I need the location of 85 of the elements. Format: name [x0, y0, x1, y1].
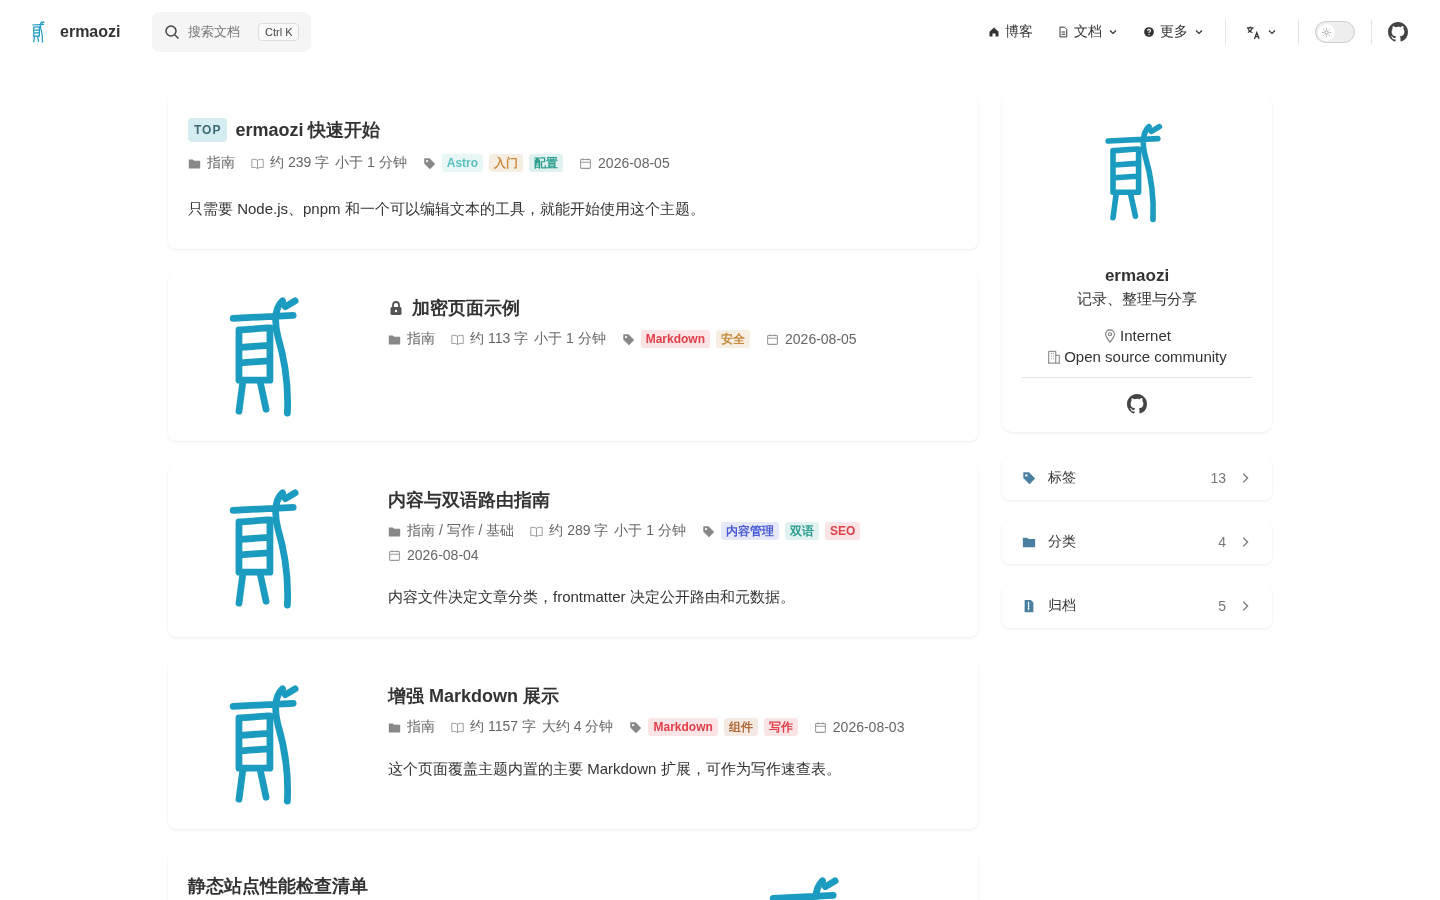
profile-organization: Open source community [1064, 348, 1227, 365]
theme-toggle[interactable] [1315, 21, 1355, 43]
post-tag[interactable]: 内容管理 [721, 522, 780, 540]
document-icon [1057, 26, 1069, 38]
top-badge: TOP [188, 118, 228, 142]
calendar-icon [388, 548, 401, 562]
book-icon [530, 524, 544, 538]
translate-icon [1246, 24, 1261, 40]
sidebar-link[interactable]: 分类 4 [1002, 520, 1272, 564]
post-category[interactable]: 指南 [407, 330, 435, 348]
post-tag[interactable]: 写作 [763, 718, 798, 736]
site-name: ermaozi [60, 23, 121, 41]
post-title[interactable]: 静态站点性能检查清单 [188, 876, 368, 896]
post-tag[interactable]: Markdown [640, 330, 711, 348]
reading-time: 大约 4 分钟 [541, 718, 614, 736]
stat-count: 13 [1210, 470, 1226, 486]
post-date: 2026-08-03 [832, 719, 905, 735]
folder-icon [388, 720, 401, 734]
post-tag[interactable]: SEO [825, 522, 861, 540]
calendar-icon [766, 332, 780, 346]
tag-icon [422, 156, 436, 170]
post-title[interactable]: 内容与双语路由指南 [388, 490, 550, 510]
book-icon [251, 156, 264, 170]
post-title[interactable]: 增强 Markdown 展示 [388, 686, 559, 706]
github-icon [1388, 22, 1408, 42]
nav-link[interactable]: 博客 [976, 16, 1045, 48]
post-title[interactable]: ermaozi 快速开始 [235, 120, 381, 140]
folder-icon [1022, 535, 1036, 549]
stat-count: 4 [1218, 534, 1226, 550]
reading-time: 小于 1 分钟 [614, 522, 687, 540]
stat-label: 分类 [1048, 533, 1076, 551]
post-category[interactable]: 指南 [207, 154, 235, 172]
post-excerpt: 内容文件决定文章分类，frontmatter 决定公开路由和元数据。 [388, 588, 796, 607]
word-count: 约 1157 字 [470, 718, 536, 736]
sidebar-link[interactable]: 归档 5 [1002, 584, 1272, 628]
post-date: 2026-08-05 [785, 331, 857, 347]
tag-icon [702, 524, 716, 538]
profile-bio: 记录、整理与分享 [1077, 290, 1197, 309]
tag-icon [629, 720, 643, 734]
post-tag[interactable]: Markdown [648, 718, 718, 736]
folder-icon [188, 156, 201, 170]
location-pin-icon [1103, 328, 1118, 343]
word-count: 约 239 字 [270, 154, 330, 172]
search-placeholder: 搜索文档 [188, 23, 242, 41]
home-link[interactable]: ermaozi [32, 20, 121, 44]
book-icon [451, 720, 464, 734]
post-category[interactable]: 指南 [407, 718, 435, 736]
tag-icon [1022, 471, 1036, 485]
sidebar-link[interactable]: 标签 13 [1002, 456, 1272, 500]
calendar-icon [579, 156, 593, 170]
search-button[interactable]: 搜索文档 Ctrl K [152, 12, 312, 52]
book-icon [451, 332, 464, 346]
github-link[interactable] [1388, 22, 1408, 42]
folder-icon [388, 524, 401, 538]
help-icon [1143, 26, 1155, 38]
calendar-icon [813, 720, 827, 734]
tag-icon [621, 332, 635, 346]
post-category[interactable]: 指南 / 写作 / 基础 [407, 522, 515, 540]
word-count: 约 289 字 [549, 522, 609, 540]
shortcut-key: Ctrl K [257, 23, 300, 41]
post-date: 2026-08-05 [598, 155, 670, 171]
github-link[interactable] [1127, 394, 1147, 414]
logo-icon [32, 20, 46, 44]
word-count: 约 113 字 [470, 330, 529, 348]
building-icon [1047, 349, 1062, 364]
post-date: 2026-08-04 [407, 547, 479, 563]
nav-link[interactable]: 更多 [1131, 16, 1217, 48]
sun-icon [1321, 26, 1332, 38]
home-icon [988, 26, 1000, 38]
stat-label: 标签 [1048, 469, 1076, 487]
post-tag[interactable]: 组件 [723, 718, 758, 736]
reading-time: 小于 1 分钟 [534, 330, 606, 348]
stat-label: 归档 [1048, 597, 1076, 615]
profile-location: Internet [1120, 327, 1171, 344]
github-icon [1127, 394, 1147, 414]
profile-name: ermaozi [1104, 266, 1170, 286]
nav-link[interactable]: 文档 [1045, 16, 1131, 48]
post-title[interactable]: 加密页面示例 [412, 298, 520, 318]
search-icon [164, 24, 181, 40]
post-excerpt: 这个页面覆盖主题内置的主要 Markdown 扩展，可作为写作速查表。 [388, 760, 842, 779]
reading-time: 小于 1 分钟 [335, 154, 407, 172]
folder-icon [388, 332, 401, 346]
stat-count: 5 [1218, 598, 1226, 614]
archive-file-icon [1022, 599, 1036, 613]
post-excerpt: 只需要 Node.js、pnpm 和一个可以编辑文本的工具，就能开始使用这个主题。 [188, 200, 706, 219]
